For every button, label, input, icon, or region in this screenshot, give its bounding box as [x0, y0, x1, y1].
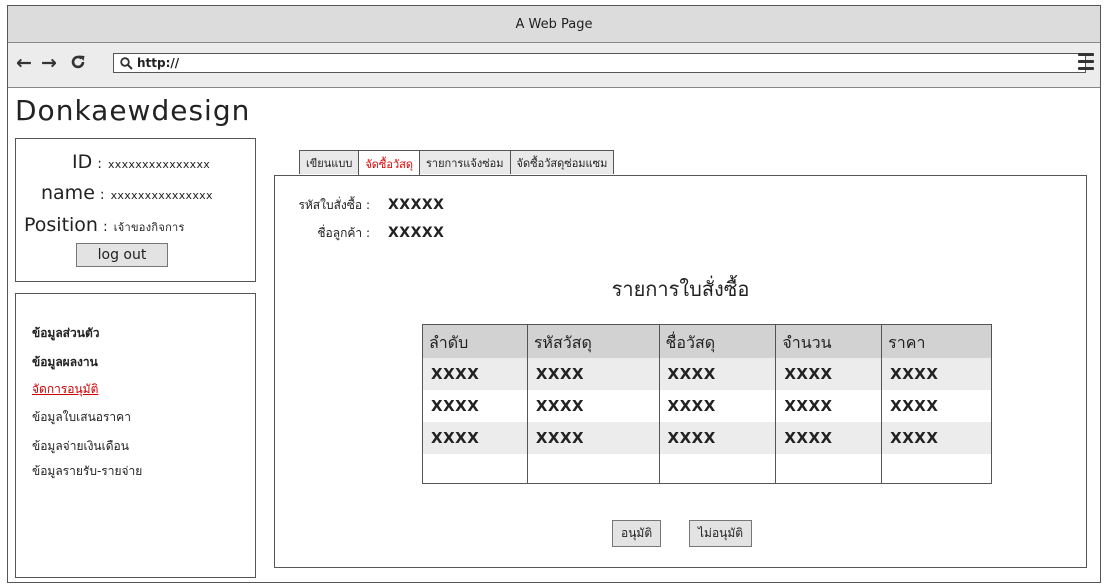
- url-bar[interactable]: http://: [113, 53, 1086, 73]
- window-titlebar: A Web Page: [8, 6, 1100, 43]
- order-items-table: ลำดับ รหัสวัสดุ ชื่อวัสดุ จำนวน ราคา XXX…: [422, 324, 992, 484]
- site-title: Donkaewdesign: [15, 94, 251, 127]
- sidebar-item-portfolio[interactable]: ข้อมูลผลงาน: [32, 353, 98, 372]
- column-header-material-code: รหัสวัสดุ: [526, 324, 660, 358]
- sidebar-item-personal-info[interactable]: ข้อมูลส่วนตัว: [32, 324, 99, 343]
- hamburger-menu-icon[interactable]: [1078, 53, 1094, 71]
- reject-button[interactable]: ไม่อนุมัติ: [689, 520, 753, 547]
- logout-button[interactable]: log out: [76, 243, 168, 267]
- url-text: http://: [137, 56, 180, 70]
- user-id-colon: :: [97, 156, 102, 172]
- table-cell: XXXX: [658, 357, 776, 390]
- table-cell-empty: [658, 453, 776, 484]
- tab-repair-material-purchase[interactable]: จัดซื้อวัสดุซ่อมแซม: [509, 150, 615, 174]
- reload-icon[interactable]: [70, 54, 86, 74]
- table-cell-empty: [422, 453, 528, 484]
- customer-name-value: XXXXX: [388, 225, 445, 241]
- user-position-value: เจ้าของกิจการ: [113, 221, 185, 234]
- table-cell: XXXX: [658, 421, 776, 454]
- user-position-colon: :: [102, 219, 108, 235]
- table-cell: XXXX: [526, 357, 660, 390]
- sidebar-item-approval[interactable]: จัดการอนุมัติ: [32, 380, 98, 399]
- user-info-panel: ID : xxxxxxxxxxxxxxx name : xxxxxxxxxxxx…: [15, 138, 256, 282]
- column-header-material-name: ชื่อวัสดุ: [658, 324, 776, 358]
- order-panel: รหัสใบสั่งซื้อ : XXXXX ชื่อลูกค้า : XXXXX …: [274, 175, 1087, 568]
- user-id-label: ID: [72, 151, 93, 173]
- user-name-colon: :: [99, 187, 105, 203]
- table-row: XXXX XXXX XXXX XXXX XXXX: [422, 421, 992, 454]
- customer-name-label: ชื่อลูกค้า :: [317, 226, 370, 240]
- user-position-row: Position : เจ้าของกิจการ: [24, 214, 185, 236]
- window-title: A Web Page: [515, 16, 593, 32]
- customer-name-field: ชื่อลูกค้า : XXXXX: [276, 224, 444, 243]
- table-cell-empty: [881, 453, 992, 484]
- table-cell: XXXX: [422, 389, 528, 422]
- table-row: XXXX XXXX XXXX XXXX XXXX: [422, 389, 992, 422]
- table-row: XXXX XXXX XXXX XXXX XXXX: [422, 357, 992, 390]
- tab-bar: เขียนแบบ จัดซื้อวัสดุ รายการแจ้งซ่อม จัด…: [299, 150, 615, 177]
- user-position-label: Position: [24, 214, 98, 236]
- table-cell: XXXX: [881, 421, 992, 454]
- table-cell-empty: [775, 453, 882, 484]
- order-code-field: รหัสใบสั่งซื้อ : XXXXX: [276, 196, 444, 215]
- order-list-title: รายการใบสั่งซื้อ: [611, 277, 750, 301]
- order-code-value: XXXXX: [388, 197, 445, 213]
- user-name-label: name: [41, 182, 95, 204]
- table-cell: XXXX: [881, 357, 992, 390]
- table-cell: XXXX: [775, 357, 882, 390]
- column-header-seq: ลำดับ: [422, 324, 528, 358]
- approve-button[interactable]: อนุมัติ: [612, 520, 662, 547]
- table-header-row: ลำดับ รหัสวัสดุ ชื่อวัสดุ จำนวน ราคา: [422, 324, 992, 358]
- tab-material-purchase[interactable]: จัดซื้อวัสดุ: [358, 150, 421, 177]
- tab-drafting[interactable]: เขียนแบบ: [299, 150, 360, 174]
- column-header-quantity: จำนวน: [775, 324, 882, 358]
- search-icon: [120, 56, 133, 70]
- table-cell: XXXX: [775, 389, 882, 422]
- table-cell: XXXX: [422, 421, 528, 454]
- column-header-price: ราคา: [881, 324, 992, 358]
- user-name-row: name : xxxxxxxxxxxxxxx: [41, 182, 213, 204]
- user-name-value: xxxxxxxxxxxxxxx: [110, 189, 213, 202]
- forward-arrow-icon[interactable]: →: [41, 53, 57, 73]
- tab-repair-requests[interactable]: รายการแจ้งซ่อม: [419, 150, 511, 174]
- table-cell-empty: [526, 453, 660, 484]
- browser-navbar: ← → http://: [8, 43, 1100, 88]
- table-cell: XXXX: [422, 357, 528, 390]
- table-cell: XXXX: [526, 389, 660, 422]
- table-cell: XXXX: [658, 389, 776, 422]
- sidebar-item-payroll[interactable]: ข้อมูลจ่ายเงินเดือน: [32, 437, 129, 456]
- user-id-row: ID : xxxxxxxxxxxxxxx: [72, 151, 210, 173]
- sidebar-item-quotation[interactable]: ข้อมูลใบเสนอราคา: [32, 408, 131, 427]
- table-cell: XXXX: [881, 389, 992, 422]
- back-arrow-icon[interactable]: ←: [16, 53, 32, 73]
- order-code-label: รหัสใบสั่งซื้อ :: [298, 198, 370, 212]
- sidebar-menu: ข้อมูลส่วนตัว ข้อมูลผลงาน จัดการอนุมัติ …: [15, 293, 256, 578]
- user-id-value: xxxxxxxxxxxxxxx: [107, 158, 211, 171]
- table-row-empty: [422, 453, 992, 484]
- table-cell: XXXX: [775, 421, 882, 454]
- table-cell: XXXX: [526, 421, 660, 454]
- sidebar-item-income-expense[interactable]: ข้อมูลรายรับ-รายจ่าย: [32, 462, 142, 481]
